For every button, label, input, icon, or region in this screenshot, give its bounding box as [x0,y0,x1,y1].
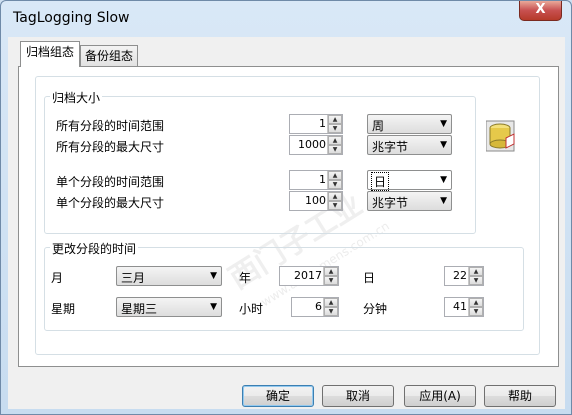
archive-size-title: 归档大小 [50,89,103,106]
help-button[interactable]: 帮助 [484,385,556,407]
spin-up-icon[interactable]: ▲ [469,298,483,307]
chevron-down-icon: ▼ [440,175,447,185]
spin-buttons: ▲ ▼ [327,136,342,154]
day-value: 22 [453,269,467,282]
year-spinner[interactable]: 2017 ▲ ▼ [279,266,339,286]
database-icon [485,119,516,153]
spin-buttons: ▲ ▼ [468,298,483,316]
spin-down-icon[interactable]: ▼ [328,180,342,189]
cancel-button[interactable]: 取消 [322,385,394,407]
all-time-range-value: 1 [319,117,326,130]
month-label: 月 [51,271,64,285]
spin-up-icon[interactable]: ▲ [328,115,342,124]
minute-label: 分钟 [363,302,388,316]
spin-down-icon[interactable]: ▼ [328,145,342,154]
spin-down-icon[interactable]: ▼ [469,276,483,285]
apply-button[interactable]: 应用(A) [404,385,476,407]
dialog-window: TagLogging Slow X 归档组态 备份组态 西门子工业 www.ad… [0,0,572,415]
single-time-range-unit: 日 [370,172,390,191]
year-label: 年 [239,271,252,285]
tab-backup-config[interactable]: 备份组态 [80,45,138,67]
year-value: 2017 [294,269,322,282]
chevron-down-icon: ▼ [440,119,447,129]
spin-up-icon[interactable]: ▲ [328,192,342,201]
chevron-down-icon: ▼ [440,196,447,206]
spin-up-icon[interactable]: ▲ [324,298,338,307]
weekday-value: 星期三 [121,302,158,316]
window-title: TagLogging Slow [13,10,130,26]
spin-buttons: ▲ ▼ [323,267,338,285]
single-max-size-unit: 兆字节 [372,196,409,210]
single-time-range-spinner[interactable]: 1 ▲ ▼ [289,170,343,190]
tab-panel: 西门子工业 www.ad.siemens.com.cn 归档大小 所有分段的时间… [18,66,559,367]
weekday-select[interactable]: 星期三 ▼ [116,297,222,317]
single-max-size-value: 100 [305,194,326,207]
spin-buttons: ▲ ▼ [323,298,338,316]
tab-archive-config[interactable]: 归档组态 [20,41,80,67]
minute-spinner[interactable]: 41 ▲ ▼ [444,297,484,317]
all-max-size-spinner[interactable]: 1000 ▲ ▼ [289,135,343,155]
inner-frame: 归档大小 所有分段的时间范围 1 ▲ ▼ 周 ▼ 所有分段的最大尺寸 1000 … [35,76,540,355]
spin-buttons: ▲ ▼ [327,171,342,189]
close-button[interactable]: X [519,1,562,21]
single-time-range-label: 单个分段的时间范围 [56,175,165,189]
all-max-size-unit-select[interactable]: 兆字节 ▼ [367,135,452,155]
change-time-group: 更改分段的时间 月 三月 ▼ 年 2017 ▲ ▼ 日 22 ▲ ▼ 星期 星期… [44,240,524,331]
day-spinner[interactable]: 22 ▲ ▼ [444,266,484,286]
spin-up-icon[interactable]: ▲ [469,267,483,276]
weekday-label: 星期 [51,302,76,316]
spin-up-icon[interactable]: ▲ [328,136,342,145]
spin-down-icon[interactable]: ▼ [324,307,338,316]
spin-down-icon[interactable]: ▼ [324,276,338,285]
dialog-client: 归档组态 备份组态 西门子工业 www.ad.siemens.com.cn 归档… [8,37,565,409]
hour-spinner[interactable]: 6 ▲ ▼ [291,297,339,317]
day-label: 日 [363,271,376,285]
month-select[interactable]: 三月 ▼ [116,266,222,286]
month-value: 三月 [121,271,146,285]
hour-value: 6 [315,300,322,313]
close-icon: X [535,2,546,17]
spin-down-icon[interactable]: ▼ [469,307,483,316]
spin-buttons: ▲ ▼ [327,115,342,133]
title-bar: TagLogging Slow X [1,1,571,37]
single-max-size-label: 单个分段的最大尺寸 [56,196,165,210]
all-time-range-unit: 周 [372,119,385,133]
spin-down-icon[interactable]: ▼ [328,124,342,133]
single-time-range-unit-select[interactable]: 日 ▼ [367,170,452,191]
spin-buttons: ▲ ▼ [468,267,483,285]
spin-buttons: ▲ ▼ [327,192,342,210]
ok-button[interactable]: 确定 [242,385,314,407]
chevron-down-icon: ▼ [210,271,217,281]
change-time-title: 更改分段的时间 [50,240,139,257]
all-max-size-label: 所有分段的最大尺寸 [56,140,165,154]
single-max-size-spinner[interactable]: 100 ▲ ▼ [289,191,343,211]
all-time-range-unit-select[interactable]: 周 ▼ [367,114,452,134]
single-time-range-value: 1 [319,173,326,186]
all-time-range-spinner[interactable]: 1 ▲ ▼ [289,114,343,134]
all-max-size-unit: 兆字节 [372,140,409,154]
all-max-size-value: 1000 [298,138,326,151]
spin-up-icon[interactable]: ▲ [328,171,342,180]
single-max-size-unit-select[interactable]: 兆字节 ▼ [367,191,452,211]
minute-value: 41 [453,300,467,313]
all-time-range-label: 所有分段的时间范围 [56,119,165,133]
hour-label: 小时 [239,302,264,316]
spin-up-icon[interactable]: ▲ [324,267,338,276]
chevron-down-icon: ▼ [440,140,447,150]
spin-down-icon[interactable]: ▼ [328,201,342,210]
archive-size-group: 归档大小 所有分段的时间范围 1 ▲ ▼ 周 ▼ 所有分段的最大尺寸 1000 … [44,89,476,234]
chevron-down-icon: ▼ [210,302,217,312]
